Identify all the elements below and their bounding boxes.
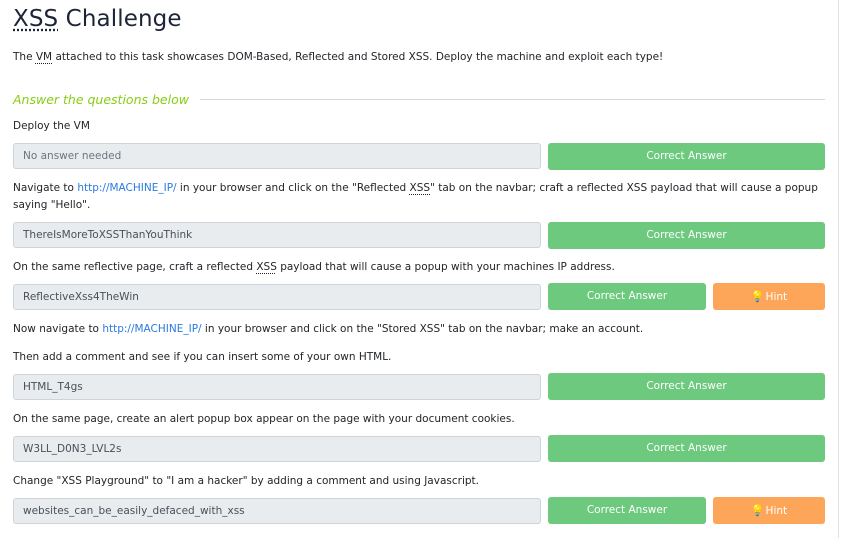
correct-answer-button-1[interactable]: Correct Answer: [548, 143, 825, 170]
correct-answer-button-4[interactable]: Correct Answer: [548, 373, 825, 400]
question-2-text-mid: in your browser and click on the "Reflec…: [176, 182, 410, 194]
question-4-text-line2: Then add a comment and see if you can in…: [13, 351, 392, 363]
question-4-text: Now navigate to http://MACHINE_IP/ in yo…: [13, 321, 825, 338]
answer-field-4[interactable]: HTML_T4gs: [13, 374, 541, 400]
section-divider: [199, 98, 825, 100]
answer-field-6[interactable]: websites_can_be_easily_defaced_with_xss: [13, 498, 541, 524]
title-text: Challenge: [58, 6, 182, 32]
task-page: XSS Challenge The VM attached to this ta…: [0, 0, 843, 538]
question-6-text: Change "XSS Playground" to "I am a hacke…: [13, 475, 479, 487]
correct-answer-button-3[interactable]: Correct Answer: [548, 283, 706, 310]
answer-field-1[interactable]: No answer needed: [13, 143, 541, 169]
correct-answer-button-6[interactable]: Correct Answer: [548, 497, 706, 524]
intro-part1: The: [13, 51, 36, 63]
answer-field-2[interactable]: ThereIsMoreToXSSThanYouThink: [13, 222, 541, 248]
machine-ip-link-1[interactable]: http://MACHINE_IP/: [77, 182, 176, 194]
panel-border: [838, 0, 839, 538]
question-3-abbr: XSS: [256, 261, 277, 273]
question-4-text-after: in your browser and click on the "Stored…: [201, 323, 644, 335]
hint-button-6[interactable]: 💡Hint: [713, 497, 825, 524]
task-description: The VM attached to this task showcases D…: [13, 51, 663, 63]
answer-field-5[interactable]: W3LL_D0N3_LVL2s: [13, 436, 541, 462]
question-1-text: Deploy the VM: [13, 120, 90, 132]
lightbulb-icon: 💡: [750, 290, 765, 303]
hint-label-6: Hint: [765, 505, 788, 517]
question-3-text-before: On the same reflective page, craft a ref…: [13, 261, 257, 273]
machine-ip-link-2[interactable]: http://MACHINE_IP/: [102, 323, 201, 335]
questions-section-header: Answer the questions below: [13, 90, 825, 108]
question-5-text: On the same page, create an alert popup …: [13, 413, 515, 425]
question-2-text: Navigate to http://MACHINE_IP/ in your b…: [13, 180, 825, 214]
question-3-text-after: payload that will cause a popup with you…: [276, 261, 615, 273]
question-2-abbr: XSS: [409, 182, 431, 194]
question-4-text-before: Now navigate to: [13, 323, 103, 335]
section-title: Answer the questions below: [13, 91, 189, 107]
title-abbr: XSS: [13, 6, 59, 32]
correct-answer-button-2[interactable]: Correct Answer: [548, 222, 825, 249]
answer-field-3[interactable]: ReflectiveXss4TheWin: [13, 284, 541, 310]
lightbulb-icon: 💡: [750, 504, 765, 517]
question-2-text-before: Navigate to: [13, 182, 78, 194]
question-3-text: On the same reflective page, craft a ref…: [13, 259, 825, 276]
intro-part2: attached to this task showcases DOM-Base…: [52, 51, 664, 63]
correct-answer-button-5[interactable]: Correct Answer: [548, 435, 825, 462]
intro-abbr: VM: [35, 51, 53, 63]
hint-label-3: Hint: [765, 291, 788, 303]
page-title: XSS Challenge: [13, 6, 182, 32]
hint-button-3[interactable]: 💡Hint: [713, 283, 825, 310]
